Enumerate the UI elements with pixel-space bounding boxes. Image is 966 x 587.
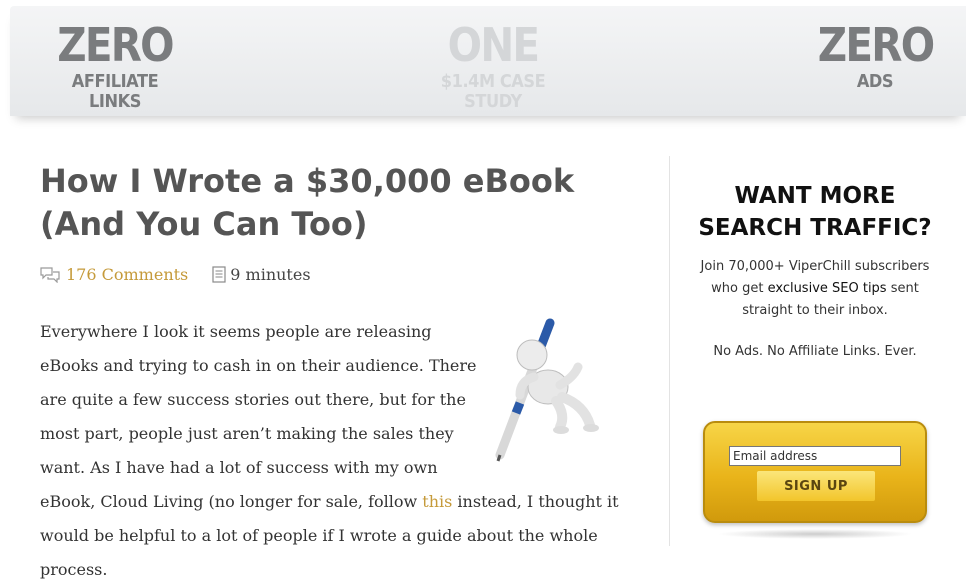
- sidebar-divider: [669, 156, 670, 546]
- stat-small: ADS: [856, 71, 894, 92]
- inline-link[interactable]: this: [422, 492, 452, 511]
- sidebar-title-line: WANT MORE: [734, 183, 896, 209]
- stat-zero-affiliate-links: ZERO AFFILIATE LINKS: [40, 20, 190, 112]
- sidebar-title: WANT MORE SEARCH TRAFFIC?: [690, 180, 940, 244]
- article-body: Everywhere I look it seems people are re…: [40, 315, 620, 587]
- article-meta: 176 Comments 9 minutes: [40, 265, 440, 284]
- intro-text: Everywhere I look it seems people are re…: [40, 322, 477, 511]
- stat-small: AFFILIATE LINKS: [71, 71, 159, 112]
- stat-big: ZERO: [57, 18, 174, 72]
- comments-icon: [40, 266, 60, 283]
- sidebar-text-line: Join 70,000+ ViperChill subscribers: [700, 259, 930, 274]
- article-title: How I Wrote a $30,000 eBook (And You Can…: [40, 162, 575, 243]
- stat-one-case-study: ONE $1.4M CASE STUDY: [404, 20, 582, 112]
- sidebar-optin: WANT MORE SEARCH TRAFFIC? Join 70,000+ V…: [690, 180, 940, 359]
- sidebar-description: Join 70,000+ ViperChill subscribers who …: [690, 256, 940, 322]
- article: How I Wrote a $30,000 eBook (And You Can…: [40, 160, 640, 579]
- stat-big: ZERO: [817, 18, 935, 72]
- stat-small: $1.4M CASE STUDY: [440, 71, 546, 112]
- sidebar-text-line: straight to their inbox.: [742, 303, 888, 318]
- stat-zero-ads: ZERO ADS: [810, 20, 940, 92]
- sidebar-text-line: who get: [711, 281, 768, 296]
- email-field[interactable]: [729, 446, 901, 466]
- sidebar-title-line: SEARCH TRAFFIC?: [698, 215, 932, 241]
- sidebar-note: No Ads. No Affiliate Links. Ever.: [713, 344, 917, 359]
- sidebar-text-bold: exclusive SEO tips: [767, 281, 887, 296]
- pen-figure-illustration: [495, 318, 599, 462]
- stat-big: ONE: [447, 18, 540, 72]
- sidebar-text-line: sent: [886, 281, 919, 296]
- comments-link[interactable]: 176 Comments: [66, 265, 188, 284]
- top-banner: ZERO AFFILIATE LINKS ONE $1.4M CASE STUD…: [10, 6, 966, 116]
- signup-box: SIGN UP: [703, 421, 927, 539]
- read-time: 9 minutes: [230, 265, 311, 284]
- signup-button[interactable]: SIGN UP: [757, 471, 875, 501]
- document-icon: [212, 266, 226, 283]
